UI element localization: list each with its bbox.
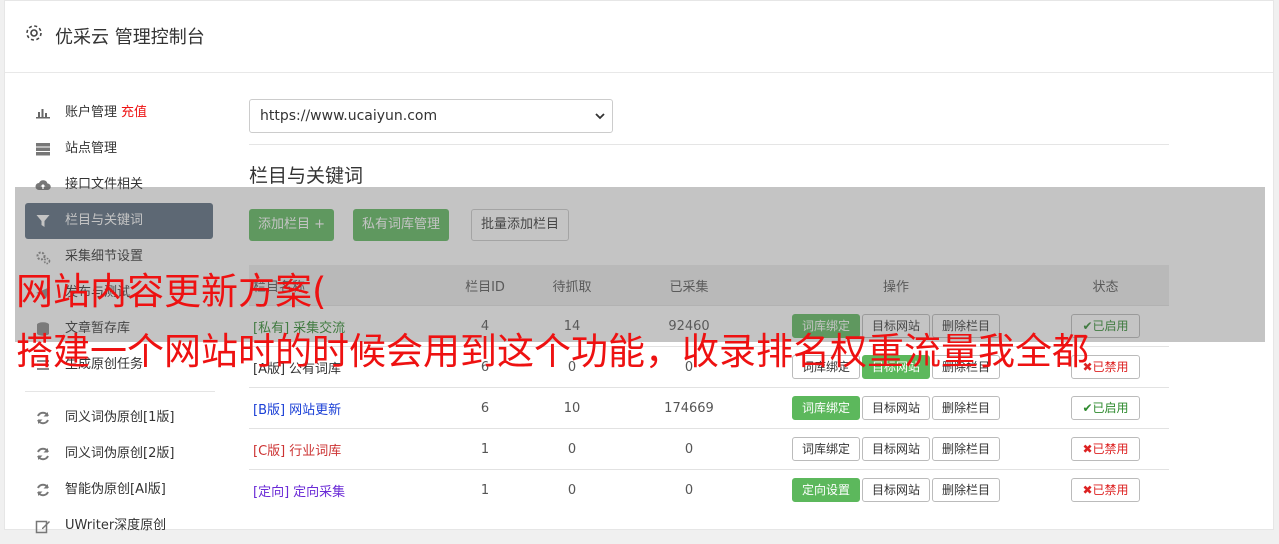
status-cell: ✖已禁用 [1042,469,1169,510]
column-tag: [定向] [253,484,290,500]
refresh-icon [37,411,49,425]
target-site-button[interactable]: 目标网站 [861,437,930,461]
column-name: 行业词库 [289,443,342,459]
column-name-cell[interactable]: [定向] 定向采集 [249,469,454,510]
status-label: 已禁用 [1092,360,1129,374]
cross-icon: ✖ [1082,483,1093,497]
collected-count: 0 [628,469,750,510]
delete-column-button[interactable]: 删除栏目 [932,396,1001,420]
sidebar-item-label: 账户管理 [65,105,118,120]
sidebar-item-label: 同义词伪原创[2版] [65,446,175,461]
column-name: 定向采集 [293,484,346,500]
site-select[interactable]: https://www.ucaiyun.com [249,99,613,133]
gear-icon [26,25,42,41]
column-tag: [B版] [253,402,286,418]
sidebar-item-ai-original[interactable]: 智能伪原创[AI版] [25,472,215,508]
check-icon: ✔ [1082,401,1093,415]
column-id: 1 [454,469,516,510]
column-id: 1 [454,428,516,470]
sidebar-item-label: UWriter深度原创 [65,518,167,533]
sidebar-item-label: 同义词伪原创[1版] [65,410,175,425]
pending-count: 0 [516,428,628,470]
status-cell: ✔已启用 [1042,387,1169,429]
column-name-cell[interactable]: [C版] 行业词库 [249,428,454,470]
collected-count: 0 [628,428,750,470]
status-toggle[interactable]: ✔已启用 [1071,396,1140,420]
bar-chart-icon [36,109,50,119]
target-site-button[interactable]: 目标网站 [861,396,930,420]
recharge-link[interactable]: 充值 [121,105,147,120]
edit-icon [35,520,50,534]
sidebar-item-label: 站点管理 [65,141,118,156]
status-cell: ✖已禁用 [1042,428,1169,470]
chevron-down-icon [595,113,605,120]
cross-icon: ✖ [1082,442,1093,456]
bind-lexicon-button[interactable]: 词库绑定 [791,437,860,461]
delete-column-button[interactable]: 删除栏目 [932,437,1001,461]
overlay-caption-line2: 搭建一个网站时的时候会用到这个功能，收录排名权重流量我全都 [16,330,1089,373]
pending-count: 10 [516,387,628,429]
sidebar-item-sites[interactable]: 站点管理 [25,131,215,167]
sidebar-item-account[interactable]: 账户管理 充值 [25,95,215,131]
section-title: 栏目与关键词 [249,165,364,187]
column-name: 网站更新 [289,402,342,418]
gray-overlay [15,187,1265,342]
sidebar-item-synonym-v2[interactable]: 同义词伪原创[2版] [25,436,215,472]
server-icon [36,143,50,156]
site-select-value: https://www.ucaiyun.com [260,108,438,124]
column-id: 6 [454,387,516,429]
status-toggle[interactable]: ✖已禁用 [1071,437,1140,461]
actions-cell: 词库绑定 目标网站 删除栏目 [750,428,1042,470]
sidebar-item-synonym-v1[interactable]: 同义词伪原创[1版] [25,400,215,436]
sidebar-item-uwriter[interactable]: UWriter深度原创 [25,508,215,544]
collected-count: 174669 [628,387,750,429]
header: 优采云 管理控制台 [5,1,1273,73]
overlay-caption-line1: 网站内容更新方案( [16,270,327,313]
actions-cell: 定向设置 目标网站 删除栏目 [750,469,1042,510]
delete-column-button[interactable]: 删除栏目 [932,478,1001,502]
table-row: [B版] 网站更新 6 10 174669 词库绑定 目标网站 删除栏目 ✔已启用 [249,387,1169,429]
refresh-icon [37,447,49,461]
refresh-icon [37,483,49,497]
pending-count: 0 [516,469,628,510]
column-tag: [C版] [253,443,286,459]
sidebar-item-label: 智能伪原创[AI版] [65,482,166,497]
directed-settings-button[interactable]: 定向设置 [791,478,860,502]
actions-cell: 词库绑定 目标网站 删除栏目 [750,387,1042,429]
page-title: 优采云 管理控制台 [55,27,205,48]
divider [249,144,1169,145]
sidebar-divider [25,391,215,392]
column-name-cell[interactable]: [B版] 网站更新 [249,387,454,429]
status-label: 已启用 [1092,401,1129,415]
table-row: [C版] 行业词库 1 0 0 词库绑定 目标网站 删除栏目 ✖已禁用 [249,428,1169,470]
status-toggle[interactable]: ✖已禁用 [1071,478,1140,502]
status-label: 已禁用 [1092,442,1129,456]
status-label: 已禁用 [1092,483,1129,497]
target-site-button[interactable]: 目标网站 [861,478,930,502]
table-row: [定向] 定向采集 1 0 0 定向设置 目标网站 删除栏目 ✖已禁用 [249,469,1169,510]
bind-lexicon-button[interactable]: 词库绑定 [791,396,860,420]
